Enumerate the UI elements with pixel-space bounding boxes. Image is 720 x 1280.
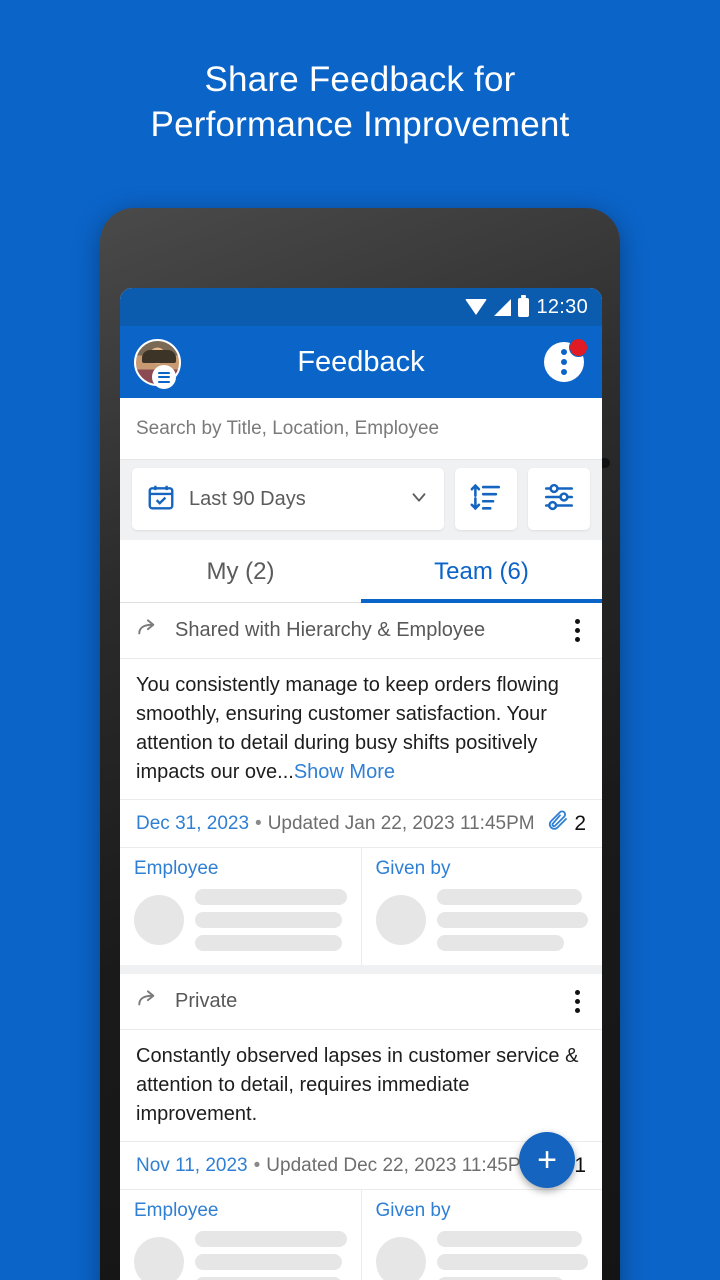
card-overflow-button[interactable] — [569, 616, 586, 645]
overflow-menu-button[interactable] — [540, 338, 588, 386]
card-header: Shared with Hierarchy & Employee — [120, 603, 602, 659]
promo-headline: Share Feedback for Performance Improveme… — [0, 58, 720, 148]
employee-placeholder — [134, 1231, 347, 1280]
share-arrow-icon — [136, 986, 162, 1017]
signal-icon — [494, 298, 512, 316]
feedback-card[interactable]: Shared with Hierarchy & Employee You con… — [120, 603, 602, 965]
feedback-text: Constantly observed lapses in customer s… — [136, 1042, 586, 1129]
employee-block: Employee — [120, 848, 362, 965]
feedback-text-content: Constantly observed lapses in customer s… — [136, 1045, 579, 1125]
sort-button[interactable] — [455, 468, 517, 530]
paperclip-icon — [546, 809, 570, 838]
promo-headline-line-2: Performance Improvement — [150, 104, 570, 144]
attachment-count: 2 — [574, 811, 586, 835]
skeleton-avatar — [375, 895, 426, 945]
add-feedback-fab[interactable]: + — [519, 1132, 575, 1188]
status-bar: 12:30 — [120, 288, 602, 326]
skeleton-avatar — [375, 1237, 426, 1280]
skeleton-avatar — [134, 895, 184, 945]
status-time: 12:30 — [536, 295, 588, 318]
tab-my[interactable]: My (2) — [120, 540, 361, 602]
date-range-selector[interactable]: Last 90 Days — [132, 468, 444, 530]
page-title: Feedback — [297, 345, 425, 378]
employee-placeholder — [134, 889, 347, 951]
visibility-label: Shared with Hierarchy & Employee — [175, 619, 486, 641]
visibility-label: Private — [175, 990, 238, 1012]
feedback-updated: Updated Jan 22, 2023 11:45PM — [267, 812, 535, 834]
given-by-block: Given by — [362, 848, 603, 965]
attachment-count: 1 — [574, 1153, 586, 1177]
search-input[interactable] — [136, 417, 586, 440]
employee-label: Employee — [134, 858, 219, 879]
employee-block: Employee — [120, 1190, 362, 1280]
wifi-icon — [465, 299, 488, 315]
given-by-placeholder — [375, 1231, 588, 1280]
share-arrow-icon — [136, 615, 162, 646]
skeleton-avatar — [134, 1237, 184, 1280]
feedback-card[interactable]: Private Constantly observed lapses in cu… — [120, 974, 602, 1280]
filter-button[interactable] — [528, 468, 590, 530]
card-header: Private — [120, 974, 602, 1030]
date-range-label: Last 90 Days — [189, 487, 306, 510]
skeleton-lines — [436, 889, 588, 951]
card-people: Employee Given by — [120, 848, 602, 965]
sort-icon — [469, 480, 503, 519]
show-more-link[interactable]: Show More — [294, 761, 395, 783]
card-body: Constantly observed lapses in customer s… — [120, 1030, 602, 1141]
tune-sliders-icon — [542, 480, 576, 519]
card-overflow-button[interactable] — [569, 987, 586, 1016]
tab-team[interactable]: Team (6) — [361, 540, 602, 603]
meta-separator: • — [255, 812, 262, 834]
skeleton-lines — [195, 1231, 347, 1280]
card-meta: Dec 31, 2023 • Updated Jan 22, 2023 11:4… — [120, 799, 602, 848]
given-by-placeholder — [375, 889, 588, 951]
given-by-label: Given by — [375, 1200, 451, 1221]
given-by-block: Given by — [362, 1190, 603, 1280]
feedback-updated: Updated Dec 22, 2023 11:45PM — [266, 1154, 537, 1176]
card-people: Employee Given by — [120, 1190, 602, 1280]
tab-bar: My (2) Team (6) — [120, 540, 602, 603]
feedback-text: You consistently manage to keep orders f… — [136, 671, 586, 787]
phone-screen: 12:30 Feedback Las — [120, 288, 602, 1280]
avatar-menu-badge-icon[interactable] — [152, 365, 176, 389]
notification-badge — [569, 338, 588, 357]
feedback-date: Dec 31, 2023 — [136, 812, 250, 834]
attachment-indicator[interactable]: 2 — [546, 809, 586, 838]
employee-label: Employee — [134, 1200, 219, 1221]
meta-separator: • — [253, 1154, 261, 1176]
feedback-date: Nov 11, 2023 — [136, 1154, 248, 1176]
search-bar[interactable] — [120, 398, 602, 460]
chevron-down-icon — [408, 486, 430, 513]
skeleton-lines — [436, 1231, 588, 1280]
skeleton-lines — [195, 889, 347, 951]
battery-icon — [518, 294, 530, 317]
promo-headline-line-1: Share Feedback for — [204, 60, 516, 99]
app-bar: Feedback — [120, 326, 602, 398]
given-by-label: Given by — [375, 858, 451, 879]
calendar-check-icon — [146, 482, 176, 517]
text-ellipsis: ... — [277, 761, 294, 783]
card-body: You consistently manage to keep orders f… — [120, 659, 602, 799]
filter-row: Last 90 Days — [120, 460, 602, 540]
